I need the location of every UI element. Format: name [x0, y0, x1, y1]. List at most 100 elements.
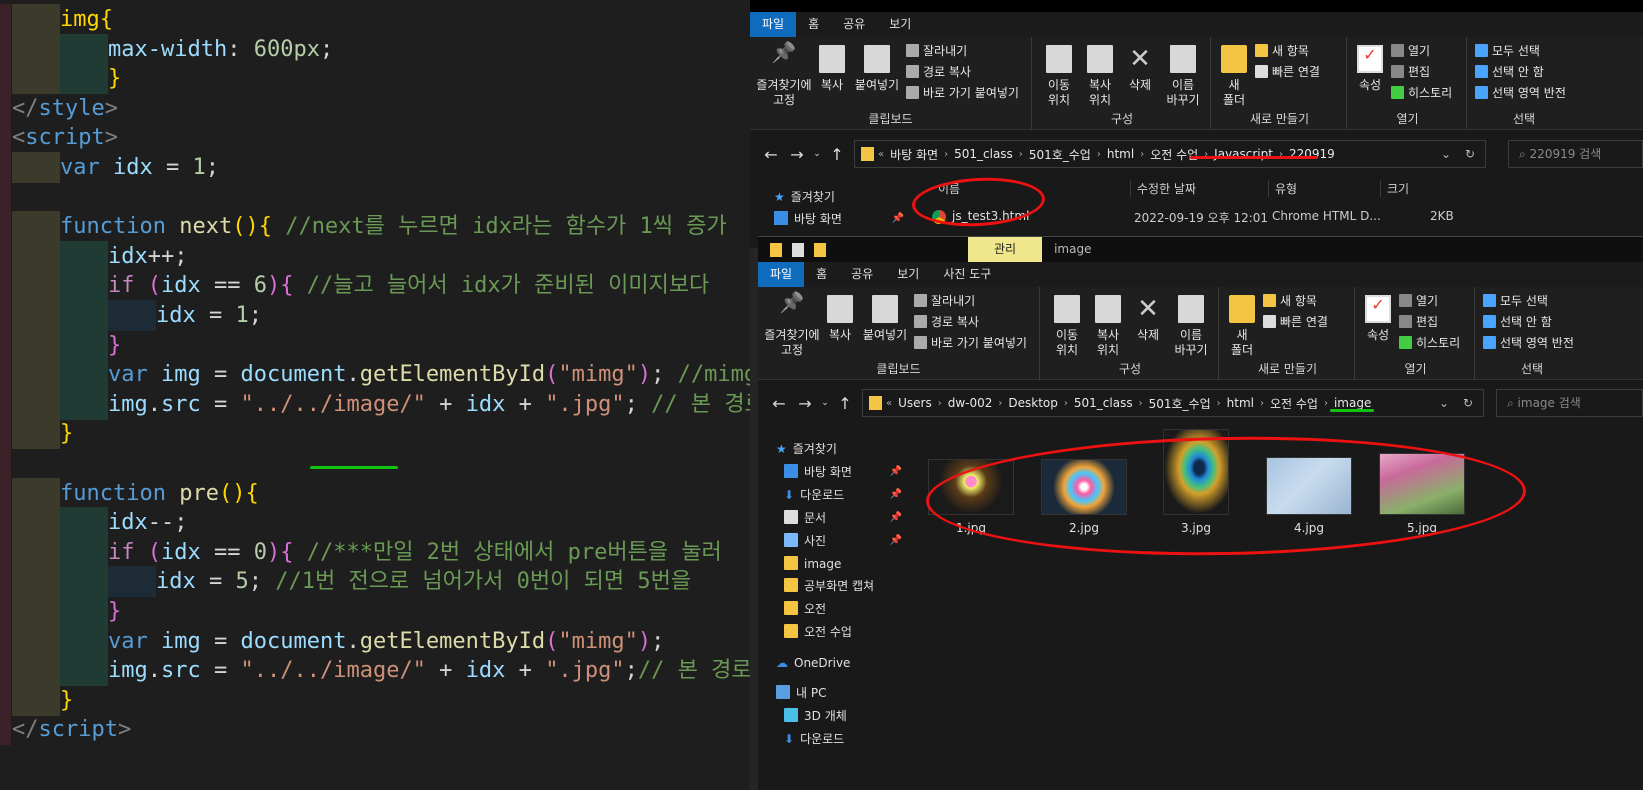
nav-item-documents[interactable]: 문서	[784, 507, 826, 529]
code-editor[interactable]: img{max-width: 600px;} </style> <script> va…	[0, 0, 758, 790]
nav-item-desktop[interactable]: 바탕 화면	[774, 208, 842, 230]
nav-item-desktop[interactable]: 바탕 화면	[784, 461, 852, 483]
nav-item-this-pc[interactable]: 내 PC	[776, 682, 826, 704]
thumbnail-item[interactable]: 2.jpg	[1041, 459, 1127, 535]
nav-item-study-capture[interactable]: 공부화면 캡쳐	[784, 575, 874, 597]
pin-quick-access-button[interactable]: 📌 즐겨찾기에 고정	[762, 292, 822, 358]
paste-button[interactable]: 붙여넣기	[850, 45, 904, 93]
thumbnail-item[interactable]: 3.jpg	[1163, 429, 1229, 535]
tab-manage[interactable]: 관리	[968, 237, 1043, 262]
dropdown-icon[interactable]: ⌄	[810, 149, 824, 159]
invert-selection-button[interactable]: 선택 영역 반전	[1475, 83, 1566, 103]
tab-3[interactable]: 보기	[885, 262, 931, 287]
tab-0[interactable]: 파일	[758, 262, 805, 287]
breadcrumb-segment[interactable]: 오전 수업	[1264, 395, 1324, 412]
easy-access-button[interactable]: 빠른 연결	[1263, 312, 1328, 332]
back-arrow-icon[interactable]: ←	[758, 145, 784, 164]
tab-0[interactable]: 파일	[750, 12, 797, 37]
breadcrumb-segment[interactable]: 501호_수업	[1023, 146, 1097, 163]
cut-button[interactable]: 잘라내기	[906, 41, 967, 61]
dropdown-icon[interactable]: ⌄	[1441, 147, 1451, 161]
open-button[interactable]: 열기	[1391, 41, 1430, 61]
nav-item-downloads-pc[interactable]: ⬇ 다운로드	[784, 728, 844, 750]
breadcrumb[interactable]: «바탕 화면 › 501_class › 501호_수업 › html › 오전 수업 › Java…	[854, 140, 1486, 168]
select-none-button[interactable]: 선택 안 함	[1483, 312, 1552, 332]
copy-path-button[interactable]: 경로 복사	[914, 312, 979, 332]
breadcrumb-segment[interactable]: 바탕 화면	[884, 146, 944, 163]
nav-item-downloads[interactable]: ⬇ 다운로드	[784, 484, 844, 506]
thumbnail-item[interactable]: 5.jpg	[1379, 453, 1465, 535]
nav-item-quick-access[interactable]: ★ 즐겨찾기	[776, 438, 837, 460]
nav-item-3d-objects[interactable]: 3D 개체	[784, 705, 847, 727]
new-item-button[interactable]: 새 항목	[1263, 291, 1317, 311]
breadcrumb-segment[interactable]: Desktop	[1002, 396, 1064, 410]
delete-button[interactable]: ✕ 삭제	[1122, 45, 1158, 93]
paste-shortcut-button[interactable]: 바로 가기 붙여넣기	[914, 333, 1027, 353]
tab-2[interactable]: 공유	[831, 12, 877, 37]
column-header[interactable]: 크기	[1380, 180, 1409, 197]
breadcrumb-segment[interactable]: html	[1101, 147, 1140, 161]
copy-path-button[interactable]: 경로 복사	[906, 62, 971, 82]
up-arrow-icon[interactable]: ↑	[832, 394, 858, 413]
up-arrow-icon[interactable]: ↑	[824, 145, 850, 164]
rename-button[interactable]: 이름 바꾸기	[1168, 295, 1214, 358]
nav-item-quick-access[interactable]: ★ 즐겨찾기	[774, 186, 835, 208]
easy-access-button[interactable]: 빠른 연결	[1255, 62, 1320, 82]
column-header[interactable]: 수정한 날짜	[1130, 180, 1196, 197]
copy-to-button[interactable]: 복사 위치	[1080, 45, 1120, 108]
thumbnail-item[interactable]: 4.jpg	[1266, 457, 1352, 535]
dropdown-icon[interactable]: ⌄	[1439, 396, 1449, 410]
open-button[interactable]: 열기	[1399, 291, 1438, 311]
move-to-button[interactable]: 이동 위치	[1040, 45, 1078, 108]
paste-button[interactable]: 붙여넣기	[858, 295, 912, 343]
back-arrow-icon[interactable]: ←	[766, 394, 792, 413]
paste-shortcut-button[interactable]: 바로 가기 붙여넣기	[906, 83, 1019, 103]
copy-button[interactable]: 복사	[822, 295, 858, 343]
breadcrumb-segment[interactable]: 501_class	[1068, 396, 1139, 410]
tab-1[interactable]: 홈	[796, 12, 831, 37]
history-button[interactable]: 히스토리	[1391, 83, 1452, 103]
explorer-window-image[interactable]: 관리 image 파일 홈 공유 보기 사진 도구 📌 즐겨찾기에 고정 복사 붙여넣기 잘라내기…	[758, 236, 1643, 790]
new-folder-button[interactable]: 새 폴더	[1225, 295, 1259, 358]
breadcrumb-segment[interactable]: dw-002	[942, 396, 999, 410]
breadcrumb-segment[interactable]: Users	[892, 396, 938, 410]
pin-quick-access-button[interactable]: 📌 즐겨찾기에 고정	[754, 42, 814, 108]
nav-item-onedrive[interactable]: ☁ OneDrive	[776, 652, 850, 674]
column-header[interactable]: 유형	[1268, 180, 1297, 197]
cut-button[interactable]: 잘라내기	[914, 291, 975, 311]
thumbnail-item[interactable]: 1.jpg	[928, 459, 1014, 535]
edit-button[interactable]: 편집	[1399, 312, 1438, 332]
properties-button[interactable]: ✓ 속성	[1353, 45, 1387, 93]
breadcrumb-segment[interactable]: image	[1328, 396, 1377, 410]
breadcrumb[interactable]: «Users › dw-002 › Desktop › 501_class › 501호_수업 ›…	[862, 389, 1484, 417]
refresh-icon[interactable]: ↻	[1465, 147, 1475, 161]
file-row[interactable]: js_test3.html 2022-09-19 오후 12:01 Chrome H…	[910, 204, 1643, 230]
breadcrumb-segment[interactable]: html	[1221, 396, 1260, 410]
nav-item-pictures[interactable]: 사진	[784, 530, 826, 552]
select-all-button[interactable]: 모두 선택	[1483, 291, 1548, 311]
copy-to-button[interactable]: 복사 위치	[1088, 295, 1128, 358]
delete-button[interactable]: ✕ 삭제	[1130, 295, 1166, 343]
breadcrumb-segment[interactable]: 501호_수업	[1143, 395, 1217, 412]
search-input[interactable]: ⌕ image 검색	[1496, 389, 1643, 417]
select-all-button[interactable]: 모두 선택	[1475, 41, 1540, 61]
tab-1[interactable]: 홈	[804, 262, 839, 287]
edit-button[interactable]: 편집	[1391, 62, 1430, 82]
properties-button[interactable]: ✓ 속성	[1361, 295, 1395, 343]
new-folder-button[interactable]: 새 폴더	[1217, 45, 1251, 108]
invert-selection-button[interactable]: 선택 영역 반전	[1483, 333, 1574, 353]
refresh-icon[interactable]: ↻	[1463, 396, 1473, 410]
rename-button[interactable]: 이름 바꾸기	[1160, 45, 1206, 108]
nav-item-morning[interactable]: 오전	[784, 598, 826, 620]
nav-item-morning-class[interactable]: 오전 수업	[784, 621, 852, 643]
new-item-button[interactable]: 새 항목	[1255, 41, 1309, 61]
breadcrumb-segment[interactable]: 오전 수업	[1144, 146, 1204, 163]
breadcrumb-segment[interactable]: 501_class	[948, 147, 1019, 161]
history-button[interactable]: 히스토리	[1399, 333, 1460, 353]
search-input[interactable]: ⌕ 220919 검색	[1508, 140, 1643, 168]
move-to-button[interactable]: 이동 위치	[1048, 295, 1086, 358]
tab-2[interactable]: 공유	[839, 262, 885, 287]
select-none-button[interactable]: 선택 안 함	[1475, 62, 1544, 82]
forward-arrow-icon[interactable]: →	[784, 145, 810, 164]
explorer-window-220919[interactable]: 파일 홈 공유 보기 📌 즐겨찾기에 고정 복사 붙여넣기 잘라내기 경로 복사 바로 가기 붙여…	[750, 0, 1643, 248]
